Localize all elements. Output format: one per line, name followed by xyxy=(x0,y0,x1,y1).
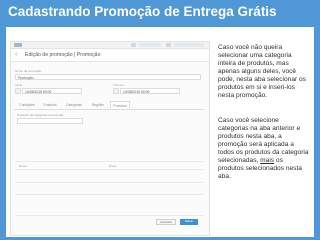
divider xyxy=(15,215,203,216)
start-date-value: 10/05/2015 00:00 xyxy=(25,89,52,94)
tab-produtos[interactable]: Produtos xyxy=(110,101,130,109)
user-menu[interactable] xyxy=(139,43,161,47)
divider xyxy=(15,161,203,162)
tab-produtos-1[interactable]: Produtos xyxy=(40,101,60,109)
tab-categorias[interactable]: Categorias xyxy=(62,101,86,109)
promotion-name-input[interactable]: Promoção xyxy=(15,74,201,80)
start-date-input[interactable]: 10/05/2015 00:00 xyxy=(22,88,82,94)
page-header: ‹ Edição de promoção | Promoção xyxy=(11,49,209,62)
product-search-input[interactable] xyxy=(17,118,83,124)
app-top-bar xyxy=(11,42,209,49)
promotion-name-label: Nome da promoção xyxy=(15,69,42,73)
slide-title: Cadastrando Promoção de Entrega Grátis xyxy=(8,4,277,19)
store-menu[interactable] xyxy=(174,43,204,47)
explanation-paragraph-2: Caso você selecione categorias na aba an… xyxy=(218,117,310,181)
save-button[interactable]: Salvar xyxy=(180,219,198,225)
tab-regioes[interactable]: Regiões xyxy=(88,101,108,109)
promotion-tabs: Condições Produtos Categorias Regiões Pr… xyxy=(14,101,204,110)
app-screenshot: ‹ Edição de promoção | Promoção Nome da … xyxy=(10,41,210,236)
store-icon[interactable] xyxy=(166,43,171,47)
tab-condicoes[interactable]: Condições xyxy=(16,101,38,109)
end-date-label: Término xyxy=(113,83,125,87)
divider xyxy=(15,194,203,195)
app-logo xyxy=(14,43,22,47)
end-date-value: 10/05/2015 00:00 xyxy=(123,89,150,94)
start-date-label: Início xyxy=(15,83,23,87)
explanation-paragraph-1: Caso você não queira selecionar uma cate… xyxy=(218,44,306,99)
divider xyxy=(15,169,203,170)
end-date-input[interactable]: 10/05/2015 00:00 xyxy=(120,88,180,94)
emphasized-word: mais xyxy=(260,157,275,164)
back-arrow-icon[interactable]: ‹ xyxy=(15,51,17,59)
page-title: Edição de promoção | Promoção xyxy=(25,52,101,58)
divider xyxy=(15,182,203,183)
calendar-icon[interactable] xyxy=(113,88,119,94)
column-header-name: Nome xyxy=(19,164,28,168)
promotion-name-value: Promoção xyxy=(18,75,34,80)
user-avatar-icon[interactable] xyxy=(131,43,136,47)
cancel-button[interactable]: Cancelar xyxy=(156,219,176,225)
category-products-label: Produtos da categoria selecionada xyxy=(17,113,64,117)
column-header-price: Preço xyxy=(109,164,117,168)
calendar-icon[interactable] xyxy=(15,88,21,94)
